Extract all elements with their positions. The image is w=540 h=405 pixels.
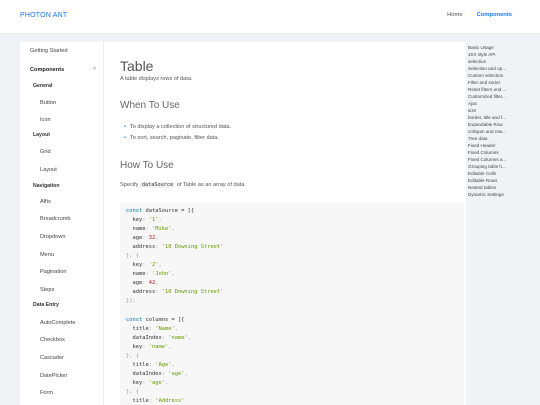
brand-logo[interactable]: PHOTON ANT (20, 12, 67, 19)
sidebar-item-layout[interactable]: Layout (20, 167, 103, 173)
page-description: A table displays rows of data. (120, 76, 193, 82)
toc-item[interactable]: Customized filter... (468, 94, 538, 99)
toc-item[interactable]: Nested tables (468, 185, 538, 190)
code-line: key: 'age', (132, 380, 169, 386)
top-nav: Home Components (447, 12, 512, 18)
sidebar-group-navigation: Navigation (33, 183, 60, 189)
code-line: age: 42, (132, 280, 159, 286)
code-line: age: 32, (132, 235, 159, 241)
sidebar-item-menu[interactable]: Menu (20, 252, 103, 258)
code-line: key: '1', (132, 217, 162, 223)
sidebar-item-dropdown[interactable]: Dropdown (20, 234, 103, 240)
list-item: To sort, search, paginate, filter data. (124, 135, 219, 141)
toc-item[interactable]: border, title and f... (468, 115, 538, 120)
code-line: key: '2', (132, 262, 162, 268)
code-line: key: 'name', (132, 344, 172, 350)
code-line: title: 'Age', (132, 362, 175, 368)
sidebar-item-label: Components (30, 67, 65, 73)
chevron-up-icon: ^ (93, 67, 96, 73)
toc-item[interactable]: size (468, 108, 538, 113)
sidebar-item-icon[interactable]: Icon (20, 117, 103, 123)
sidebar-group-data-entry: Data Entry (33, 302, 59, 308)
toc-item[interactable]: Basic Usage (468, 45, 538, 50)
toc-item[interactable]: Fixed Columns (468, 150, 538, 155)
toc-item[interactable]: Selection and op... (468, 66, 538, 71)
sidebar-item-datepicker[interactable]: DatePicker (20, 373, 103, 379)
toc-item[interactable]: Custom selection (468, 73, 538, 78)
code-line: dataIndex: 'age', (132, 371, 188, 377)
toc-item[interactable]: Filter and sorter (468, 80, 538, 85)
sidebar-item-steps[interactable]: Steps (20, 287, 103, 293)
table-of-contents: Basic Usage JSX style API selection Sele… (466, 42, 540, 405)
sidebar-item-components[interactable]: Components ^ (20, 67, 103, 73)
toc-item[interactable]: Editable Cells (468, 171, 538, 176)
sidebar-item-breadcrumb[interactable]: Breadcrumb (20, 216, 103, 222)
section-heading-when: When To Use (120, 100, 180, 111)
nav-components[interactable]: Components (477, 12, 512, 18)
toc-item[interactable]: Ajax (468, 101, 538, 106)
toc-item[interactable]: colSpan and row... (468, 129, 538, 134)
code-line: }]; (126, 298, 136, 304)
sidebar-item-grid[interactable]: Grid (20, 149, 103, 155)
code-line: }, { (126, 389, 139, 395)
usage-text-post: of Table as an array of data. (176, 182, 246, 188)
top-navbar: PHOTON ANT Home Components (0, 0, 540, 34)
toc-item[interactable]: Dynamic Settings (468, 192, 538, 197)
code-line: const dataSource = [{ (126, 208, 195, 214)
sidebar-group-general: General (33, 83, 53, 89)
code-line: address: '10 Downing Street' (132, 244, 224, 250)
page-title: Table (120, 58, 154, 74)
sidebar-item-autocomplete[interactable]: AutoComplete (20, 320, 103, 326)
sidebar-item-checkbox[interactable]: Checkbox (20, 337, 103, 343)
sidebar-item-cascader[interactable]: Cascader (20, 355, 103, 361)
code-line: }, { (126, 353, 139, 359)
code-line: title: 'Name', (132, 326, 178, 332)
code-line: title: 'Address' (132, 398, 185, 404)
nav-home[interactable]: Home (447, 12, 462, 18)
toc-item[interactable]: Tree data (468, 136, 538, 141)
list-item: To display a collection of structured da… (124, 124, 231, 130)
code-line: dataIndex: 'name', (132, 335, 191, 341)
code-line: name: 'Mike', (132, 226, 175, 232)
section-heading-how: How To Use (120, 160, 174, 171)
toc-item[interactable]: JSX style API (468, 52, 538, 57)
code-line: const columns = [{ (126, 317, 185, 323)
code-line: address: '10 Downing Street' (132, 289, 224, 295)
usage-text: Specify dataSource of Table as an array … (120, 182, 246, 188)
sidebar-item-getting-started[interactable]: Getting Started (20, 48, 103, 54)
code-line: }, { (126, 253, 139, 259)
toc-item[interactable]: Editable Rows (468, 178, 538, 183)
toc-item[interactable]: Fixed Header (468, 143, 538, 148)
sidebar-item-pagination[interactable]: Pagination (20, 269, 103, 275)
toc-item[interactable]: Expandable Row (468, 122, 538, 127)
sidebar-item-affix[interactable]: Affix (20, 199, 103, 205)
toc-item[interactable]: selection (468, 59, 538, 64)
toc-item[interactable]: Reset filters and ... (468, 87, 538, 92)
sidebar-item-form[interactable]: Form (20, 390, 103, 396)
inline-code: dataSource (139, 182, 176, 188)
usage-text-pre: Specify (120, 182, 139, 188)
main-content: Table A table displays rows of data. Whe… (104, 42, 466, 405)
toc-item[interactable]: Fixed Columns a... (468, 157, 538, 162)
code-line: name: 'John', (132, 271, 175, 277)
code-block: const dataSource = [{ key: '1', name: 'M… (120, 202, 464, 405)
sidebar-group-layout: Layout (33, 132, 51, 138)
sidebar-item-button[interactable]: Button (20, 100, 103, 106)
toc-item[interactable]: Grouping table h... (468, 164, 538, 169)
sidebar: Getting Started Components ^ General But… (20, 42, 104, 405)
